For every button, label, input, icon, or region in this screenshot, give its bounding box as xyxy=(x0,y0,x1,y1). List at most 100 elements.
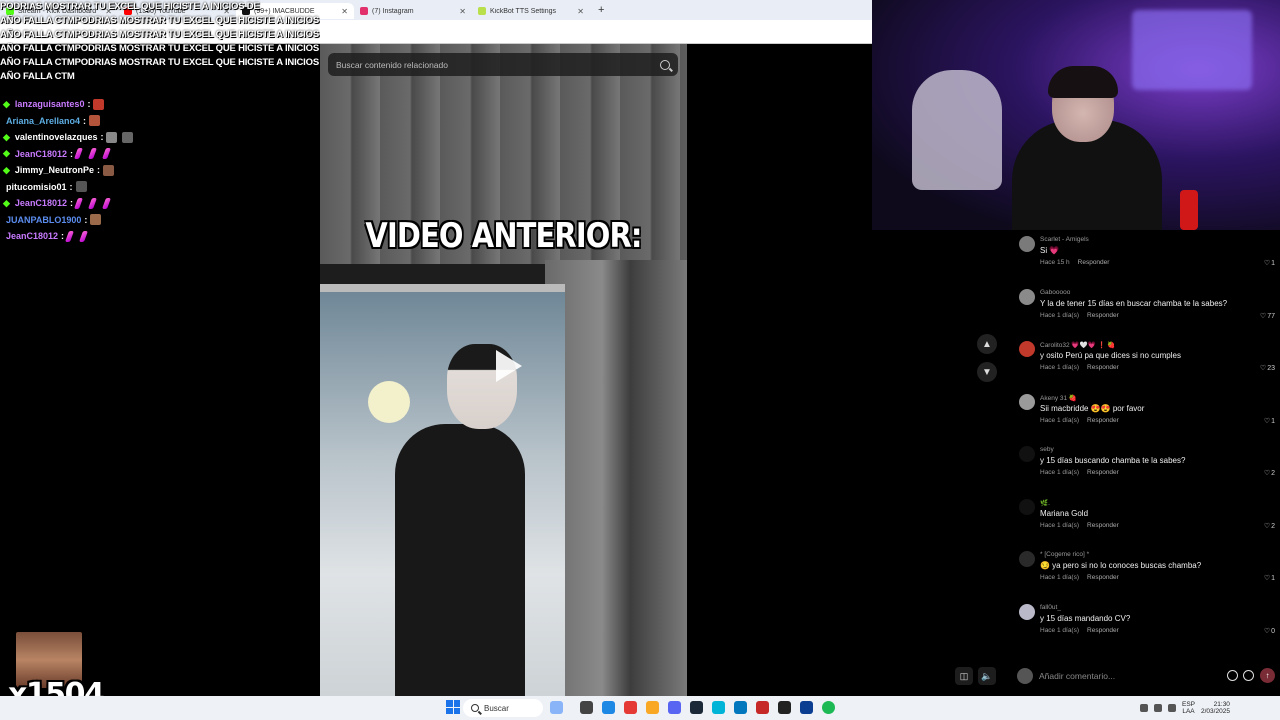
emote-icon xyxy=(122,131,134,143)
emoji-icon[interactable] xyxy=(1243,670,1254,681)
chrome-icon[interactable] xyxy=(624,701,637,714)
task-view-icon[interactable] xyxy=(580,701,593,714)
comment-author[interactable]: Carolito32 💗🤍💗 ❗ 🍓 xyxy=(1040,341,1116,349)
chat-separator: : xyxy=(84,214,88,225)
avatar[interactable] xyxy=(1019,236,1035,252)
file-explorer-icon[interactable] xyxy=(646,701,659,714)
chat-header-line: AÑO FALLA CTMPODRIAS MOSTRAR TU EXCEL QU… xyxy=(0,57,320,68)
language-indicator[interactable]: ESP LAA xyxy=(1182,701,1195,715)
like-button[interactable]: ♡23 xyxy=(1260,364,1275,372)
chat-username[interactable]: lanzaguisantes0 xyxy=(15,99,85,109)
comment-author[interactable]: Gabooooo xyxy=(1040,289,1070,296)
comment-author[interactable]: seby xyxy=(1040,446,1054,453)
play-icon[interactable] xyxy=(496,350,522,382)
search-icon[interactable] xyxy=(660,59,670,70)
comment-author[interactable]: fall0ut_ xyxy=(1040,604,1061,611)
comment-time: Hace 1 día(s) xyxy=(1040,521,1080,529)
related-search-input[interactable]: Buscar contenido relacionado xyxy=(328,53,678,76)
chat-separator: : xyxy=(69,198,73,209)
spotify-icon[interactable] xyxy=(822,701,835,714)
like-button[interactable]: ♡1 xyxy=(1264,259,1275,267)
steam-icon[interactable] xyxy=(690,701,703,714)
like-button[interactable]: ♡1 xyxy=(1264,417,1275,425)
like-button[interactable]: ♡2 xyxy=(1264,522,1275,530)
emote-icon xyxy=(101,148,111,160)
discord-icon[interactable] xyxy=(668,701,681,714)
reply-button[interactable]: Responder xyxy=(1087,574,1119,581)
volume-icon[interactable] xyxy=(1168,704,1176,712)
emote-icon xyxy=(102,164,114,176)
comment-author[interactable]: 🌿. xyxy=(1040,499,1050,507)
browser-tab[interactable]: (7) Instagram ✕ xyxy=(354,3,472,19)
comment-time: Hace 1 día(s) xyxy=(1040,416,1080,424)
network-icon[interactable] xyxy=(1154,704,1162,712)
reply-button[interactable]: Responder xyxy=(1087,522,1119,529)
comment-text: Sii macbridde 😍😍 por favor xyxy=(1040,403,1145,413)
subscriber-badge-icon: ◆ xyxy=(3,164,10,175)
avatar[interactable] xyxy=(1019,288,1035,305)
next-video-button[interactable]: ▼ xyxy=(977,362,997,382)
chat-username[interactable]: pitucomisio01 xyxy=(6,182,67,192)
reply-button[interactable]: Responder xyxy=(1087,469,1119,476)
chat-username[interactable]: Ariana_Arellano4 xyxy=(6,116,80,126)
comment-text: 😏 ya pero si no lo conoces buscas chamba… xyxy=(1040,561,1202,570)
comment-text: y osito Perú pa que dices si no cumples xyxy=(1040,351,1181,360)
avatar[interactable] xyxy=(1019,551,1035,567)
avatar[interactable] xyxy=(1019,603,1035,620)
chat-username[interactable]: valentinovelazques xyxy=(15,132,98,142)
app-icon[interactable] xyxy=(734,701,747,714)
app-icon[interactable] xyxy=(712,701,725,714)
reply-button[interactable]: Responder xyxy=(1087,364,1119,371)
comment-text: Y la de tener 15 días en buscar chamba t… xyxy=(1040,298,1228,308)
close-icon[interactable]: ✕ xyxy=(577,7,584,16)
like-count: 77 xyxy=(1267,312,1275,320)
reply-button[interactable]: Responder xyxy=(1087,627,1119,634)
tab-favicon-icon xyxy=(478,7,486,15)
comments-list: Scarlet - Amigels Si 💗 Hace 15 h Responder ♡… xyxy=(1013,232,1275,652)
reply-button[interactable]: Responder xyxy=(1087,312,1119,319)
new-tab-button[interactable]: + xyxy=(598,4,604,16)
app-icon[interactable] xyxy=(756,701,769,714)
send-comment-button[interactable]: ↑ xyxy=(1260,668,1275,683)
chat-message: pitucomisio01: xyxy=(0,179,320,196)
previous-video-button[interactable]: ▲ xyxy=(977,334,997,354)
browser-tab[interactable]: KickBot TTS Settings ✕ xyxy=(472,3,590,19)
video-player[interactable]: VIDEO ANTERIOR: xyxy=(320,44,687,696)
like-count: 1 xyxy=(1271,575,1275,582)
comment-input[interactable]: Añadir comentario... xyxy=(1039,671,1222,681)
avatar[interactable] xyxy=(1019,446,1035,462)
app-icon[interactable] xyxy=(800,701,813,714)
taskbar-search[interactable]: Buscar xyxy=(463,699,543,717)
chat-username[interactable]: JeanC18012 xyxy=(15,149,67,159)
reply-button[interactable]: Responder xyxy=(1087,417,1119,424)
comment-input-bar: Añadir comentario... ↑ xyxy=(1013,665,1275,686)
chat-username[interactable]: JeanC18012 xyxy=(15,198,67,208)
like-button[interactable]: ♡77 xyxy=(1260,312,1275,320)
like-button[interactable]: ♡1 xyxy=(1264,574,1275,582)
comment-author[interactable]: * [Cogeme rico] * xyxy=(1040,551,1089,558)
close-icon[interactable]: ✕ xyxy=(459,7,466,16)
comment-author[interactable]: Akeny 31 🍓 xyxy=(1040,394,1077,402)
avatar[interactable] xyxy=(1019,341,1035,357)
chat-username[interactable]: JUANPABLO1900 xyxy=(6,215,81,225)
cam-streamer-hair xyxy=(1048,66,1118,98)
chevron-up-icon[interactable] xyxy=(1140,704,1148,712)
like-button[interactable]: ♡0 xyxy=(1264,627,1275,635)
comment-author[interactable]: Scarlet - Amigels xyxy=(1040,236,1089,243)
volume-button[interactable]: 🔈 xyxy=(978,667,996,685)
clock[interactable]: 21:30 2/03/2025 xyxy=(1201,701,1230,715)
close-icon[interactable]: ✕ xyxy=(341,7,348,16)
avatar[interactable] xyxy=(1019,498,1035,515)
start-button[interactable] xyxy=(446,700,460,714)
widgets-icon[interactable] xyxy=(550,701,563,714)
mention-icon[interactable] xyxy=(1227,670,1238,681)
reply-button[interactable]: Responder xyxy=(1078,259,1110,266)
picture-in-picture-button[interactable]: ◫ xyxy=(955,667,973,685)
avatar[interactable] xyxy=(1019,393,1035,410)
edge-icon[interactable] xyxy=(602,701,615,714)
chat-username[interactable]: JeanC18012 xyxy=(6,231,58,241)
emote-icon xyxy=(106,131,118,143)
chat-username[interactable]: Jimmy_NeutronPe xyxy=(15,165,94,175)
app-icon[interactable] xyxy=(778,701,791,714)
like-button[interactable]: ♡2 xyxy=(1264,469,1275,477)
